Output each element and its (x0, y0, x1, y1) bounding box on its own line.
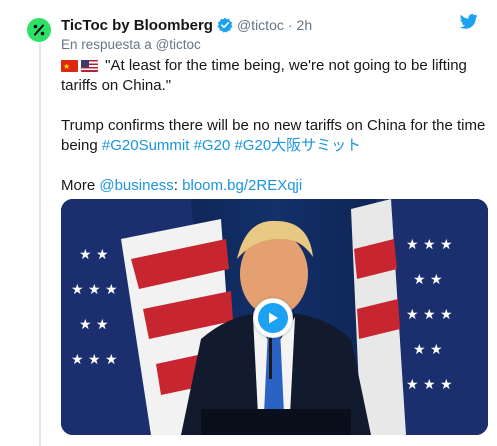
svg-text:★ ★: ★ ★ (79, 317, 109, 333)
separator-dot: · (287, 17, 293, 33)
svg-text:★ ★: ★ ★ (413, 272, 443, 288)
thread-line (39, 40, 41, 446)
short-url-link[interactable]: bloom.bg/2REXqji (182, 177, 302, 194)
svg-text:★ ★ ★: ★ ★ ★ (71, 352, 118, 368)
tweet-header: TicToc by Bloomberg @tictoc · 2h (61, 15, 312, 35)
hashtag-link[interactable]: #G20 (194, 137, 231, 154)
hashtag-link[interactable]: #G20Summit (102, 137, 190, 154)
twitter-bird-icon[interactable] (459, 14, 478, 34)
more-label: More (61, 177, 96, 194)
verified-badge-icon (217, 17, 233, 33)
svg-text:★ ★: ★ ★ (79, 247, 109, 263)
video-play-button[interactable] (253, 298, 293, 338)
hashtag-link[interactable]: #G20大阪サミット (234, 137, 361, 154)
us-flag-icon (81, 60, 98, 72)
more-colon: : (173, 177, 178, 194)
tweet-timestamp[interactable]: 2h (297, 17, 313, 33)
play-icon (269, 312, 278, 324)
china-flag-icon (61, 57, 78, 77)
mention-link[interactable]: @business (99, 177, 173, 194)
svg-text:★ ★ ★: ★ ★ ★ (406, 237, 453, 253)
tweet-text: "At least for the time being, we're not … (61, 56, 487, 196)
author-name[interactable]: TicToc by Bloomberg (61, 17, 213, 34)
svg-text:★ ★: ★ ★ (413, 342, 443, 358)
svg-text:★ ★ ★: ★ ★ ★ (406, 377, 453, 393)
reply-prefix: En respuesta a (61, 37, 152, 52)
tweet-quote: "At least for the time being, we're not … (61, 57, 467, 94)
reply-context: En respuesta a @tictoc (61, 37, 201, 52)
author-avatar[interactable] (27, 18, 51, 42)
tictoc-logo-icon (33, 24, 45, 36)
svg-text:★ ★ ★: ★ ★ ★ (406, 307, 453, 323)
reply-handle-link[interactable]: @tictoc (156, 37, 201, 52)
svg-text:★ ★ ★: ★ ★ ★ (71, 282, 118, 298)
play-button-circle (258, 303, 288, 333)
author-handle[interactable]: @tictoc (237, 17, 284, 33)
